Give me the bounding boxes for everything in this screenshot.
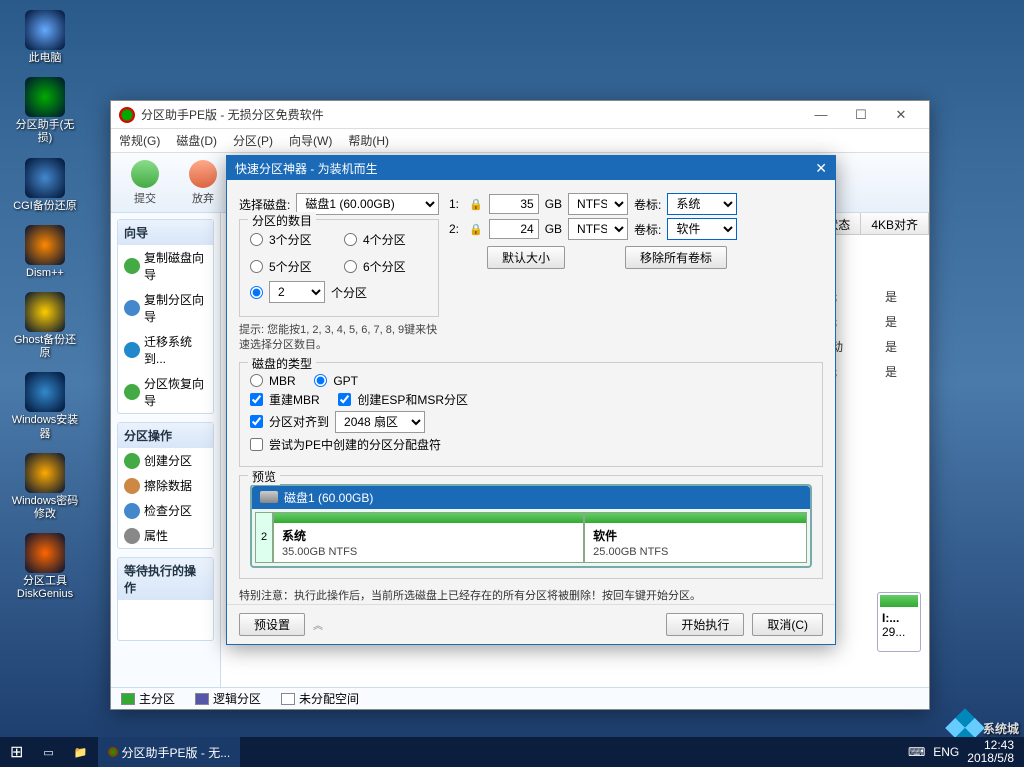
- fs-select[interactable]: NTFS: [568, 193, 628, 215]
- menubar: 常规(G) 磁盘(D) 分区(P) 向导(W) 帮助(H): [111, 129, 929, 153]
- menu-item[interactable]: 帮助(H): [348, 132, 389, 149]
- preset-button[interactable]: 预设置: [239, 613, 305, 636]
- menu-item[interactable]: 向导(W): [289, 132, 332, 149]
- warning-text: 特别注意：执行此操作后，当前所选磁盘上已经存在的所有分区将被删除！按回车键开始分…: [239, 587, 823, 603]
- sidebar-item[interactable]: 属性: [118, 523, 213, 548]
- preview-legend: 预览: [248, 468, 280, 485]
- desktop-icon[interactable]: 分区助手(无损): [10, 77, 80, 145]
- volume-label-select[interactable]: 软件: [667, 218, 737, 240]
- partition-ops-group: 分区操作 创建分区擦除数据检查分区属性: [117, 422, 214, 549]
- desktop-icon[interactable]: Windows安装器: [10, 372, 80, 440]
- custom-count-select[interactable]: 2: [269, 281, 325, 303]
- fs-select[interactable]: NTFS: [568, 218, 628, 240]
- lock-icon: 🔒: [469, 198, 483, 211]
- taskview-button[interactable]: ▭: [33, 737, 63, 767]
- explorer-button[interactable]: 📁: [64, 737, 98, 767]
- expand-icon[interactable]: ︽: [313, 617, 323, 632]
- partition-count-radio[interactable]: [250, 260, 263, 273]
- minimize-button[interactable]: —: [801, 103, 841, 127]
- legend-logical-icon: [195, 693, 209, 705]
- sidebar-item[interactable]: 擦除数据: [118, 473, 213, 498]
- rebuild-mbr-checkbox[interactable]: [250, 393, 263, 406]
- wizard-group: 向导 复制磁盘向导复制分区向导迁移系统到...分区恢复向导: [117, 219, 214, 414]
- partition-bar-i[interactable]: I:...29...: [877, 592, 921, 652]
- create-esp-checkbox[interactable]: [338, 393, 351, 406]
- desktop-icon[interactable]: 分区工具DiskGenius: [10, 533, 80, 601]
- menu-item[interactable]: 分区(P): [233, 132, 273, 149]
- desktop-icon[interactable]: 此电脑: [10, 10, 80, 65]
- input-lang[interactable]: ENG: [933, 745, 959, 759]
- dialog-titlebar[interactable]: 快速分区神器 - 为装机而生 ✕: [227, 156, 835, 180]
- taskbar-active-app[interactable]: 分区助手PE版 - 无...: [98, 737, 241, 767]
- legend-primary-icon: [121, 693, 135, 705]
- sidebar-item[interactable]: 创建分区: [118, 448, 213, 473]
- desktop-icon[interactable]: Dism++: [10, 225, 80, 280]
- dialog-title: 快速分区神器 - 为装机而生: [235, 160, 378, 177]
- partition-count-radio[interactable]: [250, 233, 263, 246]
- partition-size-input[interactable]: [489, 219, 539, 239]
- quick-partition-dialog: 快速分区神器 - 为装机而生 ✕ 选择磁盘: 磁盘1 (60.00GB) 分区的…: [226, 155, 836, 645]
- default-size-button[interactable]: 默认大小: [487, 246, 565, 269]
- taskbar: ⊞ ▭ 📁 分区助手PE版 - 无... ⌨ ENG 12:43 2018/5/…: [0, 737, 1024, 767]
- desktop-icon[interactable]: Ghost备份还原: [10, 292, 80, 360]
- volume-label-select[interactable]: 系统: [667, 193, 737, 215]
- discard-icon: [189, 160, 217, 188]
- lock-icon: 🔒: [469, 223, 483, 236]
- sidebar: 向导 复制磁盘向导复制分区向导迁移系统到...分区恢复向导 分区操作 创建分区擦…: [111, 213, 221, 687]
- desktop-icon[interactable]: CGI备份还原: [10, 158, 80, 213]
- try-pe-checkbox[interactable]: [250, 438, 263, 451]
- custom-count-radio[interactable]: [250, 286, 263, 299]
- legend-unalloc-icon: [281, 693, 295, 705]
- partition-size-input[interactable]: [489, 194, 539, 214]
- hint-text: 提示: 您能按1, 2, 3, 4, 5, 6, 7, 8, 9键来快速选择分区…: [239, 323, 439, 354]
- discard-button[interactable]: 放弃: [179, 160, 227, 206]
- clock-date[interactable]: 2018/5/8: [967, 752, 1014, 765]
- cancel-button[interactable]: 取消(C): [752, 613, 823, 636]
- menu-item[interactable]: 常规(G): [119, 132, 160, 149]
- commit-button[interactable]: 提交: [121, 160, 169, 206]
- sidebar-item[interactable]: 迁移系统到...: [118, 329, 213, 371]
- align-select[interactable]: 2048 扇区: [335, 411, 425, 433]
- sidebar-item[interactable]: 分区恢复向导: [118, 371, 213, 413]
- maximize-button[interactable]: ☐: [841, 103, 881, 127]
- sidebar-item[interactable]: 复制磁盘向导: [118, 245, 213, 287]
- dialog-close-button[interactable]: ✕: [815, 160, 827, 177]
- remove-labels-button[interactable]: 移除所有卷标: [625, 246, 727, 269]
- pending-group: 等待执行的操作: [117, 557, 214, 641]
- sidebar-item[interactable]: 复制分区向导: [118, 287, 213, 329]
- mbr-radio[interactable]: [250, 374, 263, 387]
- menu-item[interactable]: 磁盘(D): [176, 132, 217, 149]
- commit-icon: [131, 160, 159, 188]
- disk-select[interactable]: 磁盘1 (60.00GB): [296, 193, 439, 215]
- app-icon: [119, 107, 135, 123]
- preview-count: 2: [255, 512, 273, 563]
- window-title: 分区助手PE版 - 无损分区免费软件: [141, 106, 324, 123]
- partition-count-radio[interactable]: [344, 260, 357, 273]
- disk-type-legend: 磁盘的类型: [248, 355, 316, 372]
- system-tray: ⌨ ENG 12:43 2018/5/8: [908, 739, 1024, 765]
- align-checkbox[interactable]: [250, 415, 263, 428]
- close-button[interactable]: ✕: [881, 103, 921, 127]
- disk-select-label: 选择磁盘:: [239, 196, 290, 213]
- preview-partition: 软件25.00GB NTFS: [584, 512, 807, 563]
- desktop-icon[interactable]: Windows密码修改: [10, 453, 80, 521]
- status-bar: 主分区 逻辑分区 未分配空间: [111, 687, 929, 709]
- start-button[interactable]: ⊞: [0, 737, 33, 767]
- disk-icon: [260, 491, 278, 503]
- sidebar-item[interactable]: 检查分区: [118, 498, 213, 523]
- start-button[interactable]: 开始执行: [666, 613, 744, 636]
- partition-count-radio[interactable]: [344, 233, 357, 246]
- partition-count-legend: 分区的数目: [248, 212, 316, 229]
- preview-box: 磁盘1 (60.00GB) 2 系统35.00GB NTFS软件25.00GB …: [250, 484, 812, 568]
- gpt-radio[interactable]: [314, 374, 327, 387]
- preview-partition: 系统35.00GB NTFS: [273, 512, 584, 563]
- titlebar[interactable]: 分区助手PE版 - 无损分区免费软件 — ☐ ✕: [111, 101, 929, 129]
- keyboard-icon[interactable]: ⌨: [908, 745, 925, 759]
